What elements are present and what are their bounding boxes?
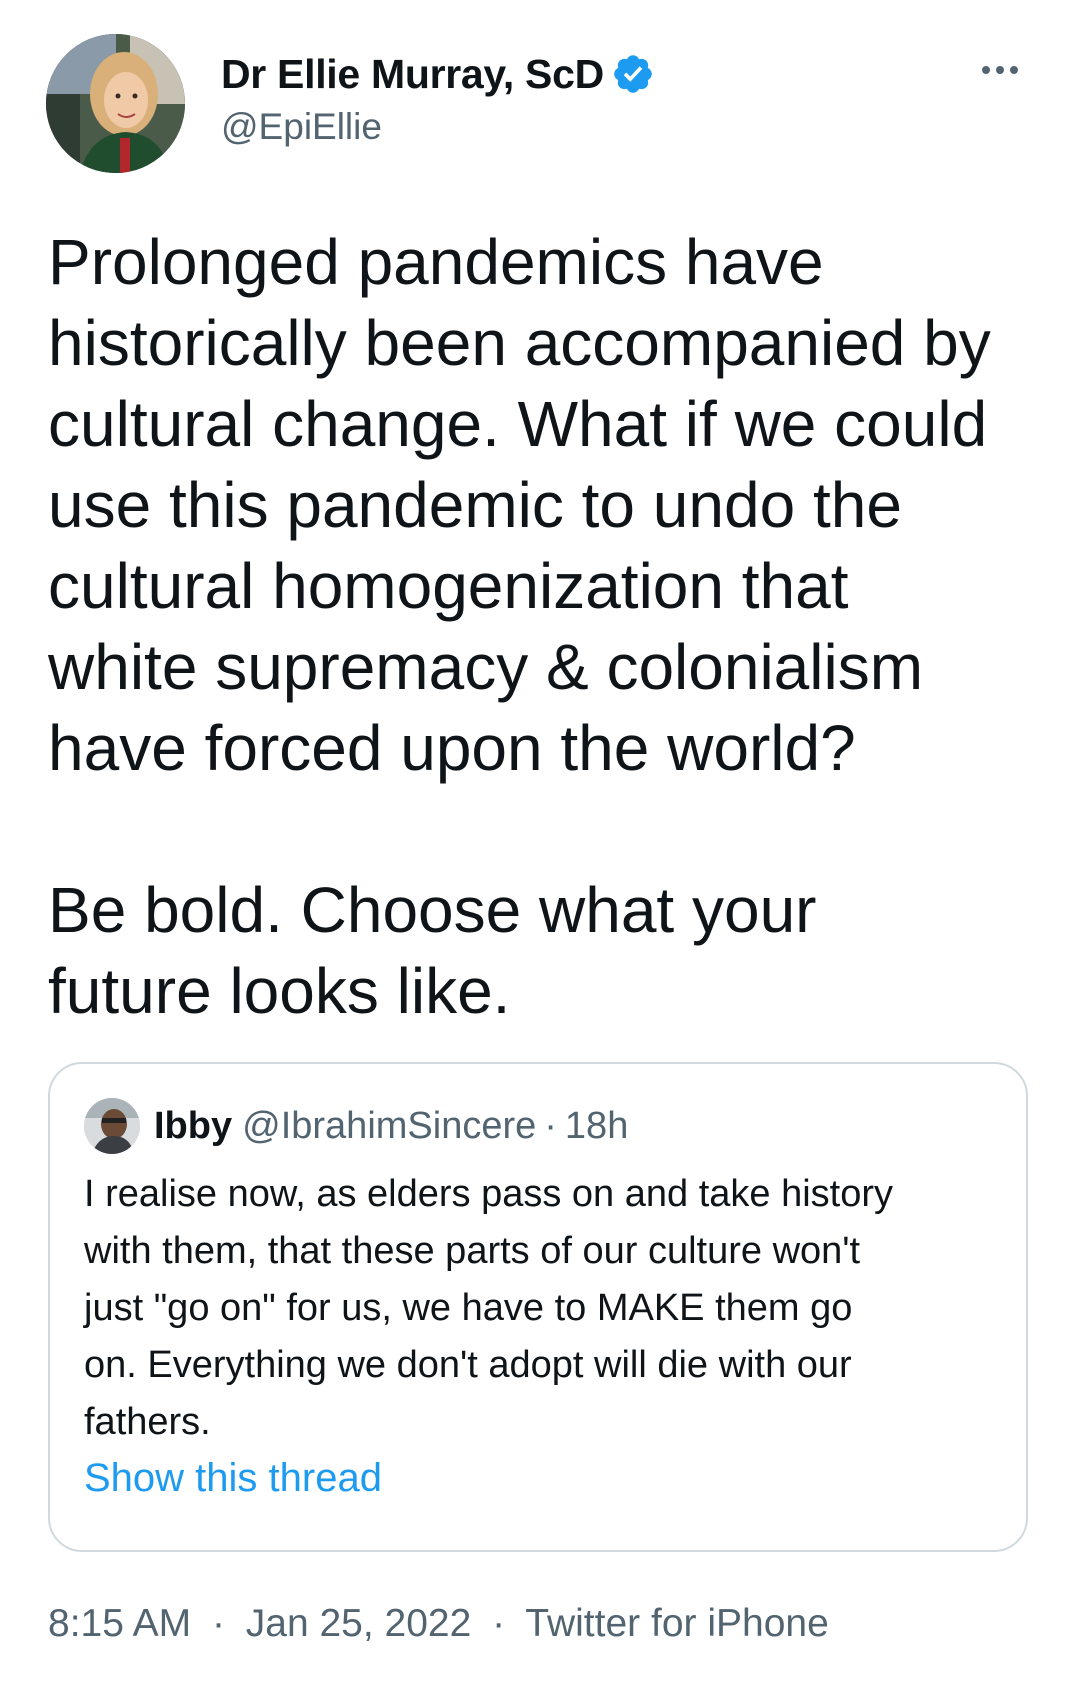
quoted-timestamp[interactable]: 18h <box>565 1105 628 1148</box>
show-thread-link[interactable]: Show this thread <box>84 1456 382 1501</box>
more-dot <box>982 66 990 74</box>
tweet-line: have forced upon the world? <box>48 712 856 784</box>
author-name-row[interactable]: Dr Ellie Murray, ScD <box>221 46 655 102</box>
tweet-line: use this pandemic to undo the <box>48 469 902 541</box>
author-display-name[interactable]: Dr Ellie Murray, ScD <box>221 51 604 98</box>
tweet-source[interactable]: Twitter for iPhone <box>525 1602 828 1645</box>
tweet-line: white supremacy & colonialism <box>48 631 923 703</box>
quoted-line: just "go on" for us, we have to MAKE the… <box>84 1287 853 1329</box>
quoted-avatar-image <box>84 1098 140 1154</box>
tweet-line: cultural change. What if we could <box>48 388 988 460</box>
quoted-author-avatar[interactable] <box>84 1098 140 1154</box>
tweet-line: cultural homogenization that <box>48 550 849 622</box>
meta-separator: · <box>211 1602 225 1645</box>
tweet-line: future looks like. <box>48 955 511 1027</box>
quoted-separator: · <box>544 1104 557 1147</box>
tweet-line: Prolonged pandemics have <box>48 226 824 298</box>
more-dot <box>1010 66 1018 74</box>
tweet-detail: Dr Ellie Murray, ScD @EpiEllie Prolonged… <box>0 0 1080 1699</box>
quoted-handle[interactable]: @IbrahimSincere <box>242 1105 536 1148</box>
author-handle[interactable]: @EpiEllie <box>221 106 382 148</box>
quoted-display-name[interactable]: Ibby <box>154 1105 232 1148</box>
tweet-line: historically been accompanied by <box>48 307 991 379</box>
author-avatar[interactable] <box>46 34 185 173</box>
tweet-line: Be bold. Choose what your <box>48 874 817 946</box>
more-dot <box>996 66 1004 74</box>
quoted-line: fathers. <box>84 1401 211 1443</box>
more-options-icon[interactable] <box>972 50 1028 90</box>
verified-badge-icon <box>611 52 655 96</box>
author-avatar-image <box>46 34 185 173</box>
tweet-date[interactable]: Jan 25, 2022 <box>246 1602 472 1645</box>
quoted-header: Ibby @IbrahimSincere · 18h <box>154 1098 628 1154</box>
tweet-meta: 8:15 AM · Jan 25, 2022 · Twitter for iPh… <box>48 1602 829 1646</box>
quoted-line: on. Everything we don't adopt will die w… <box>84 1344 852 1386</box>
quoted-text: I realise now, as elders pass on and tak… <box>84 1166 1004 1451</box>
tweet-time[interactable]: 8:15 AM <box>48 1602 191 1645</box>
meta-separator: · <box>492 1602 506 1645</box>
tweet-text: Prolonged pandemics have historically be… <box>48 222 1048 1032</box>
quoted-line: I realise now, as elders pass on and tak… <box>84 1173 894 1215</box>
quoted-tweet-card[interactable]: Ibby @IbrahimSincere · 18h I realise now… <box>48 1062 1028 1552</box>
quoted-line: with them, that these parts of our cultu… <box>84 1230 861 1272</box>
